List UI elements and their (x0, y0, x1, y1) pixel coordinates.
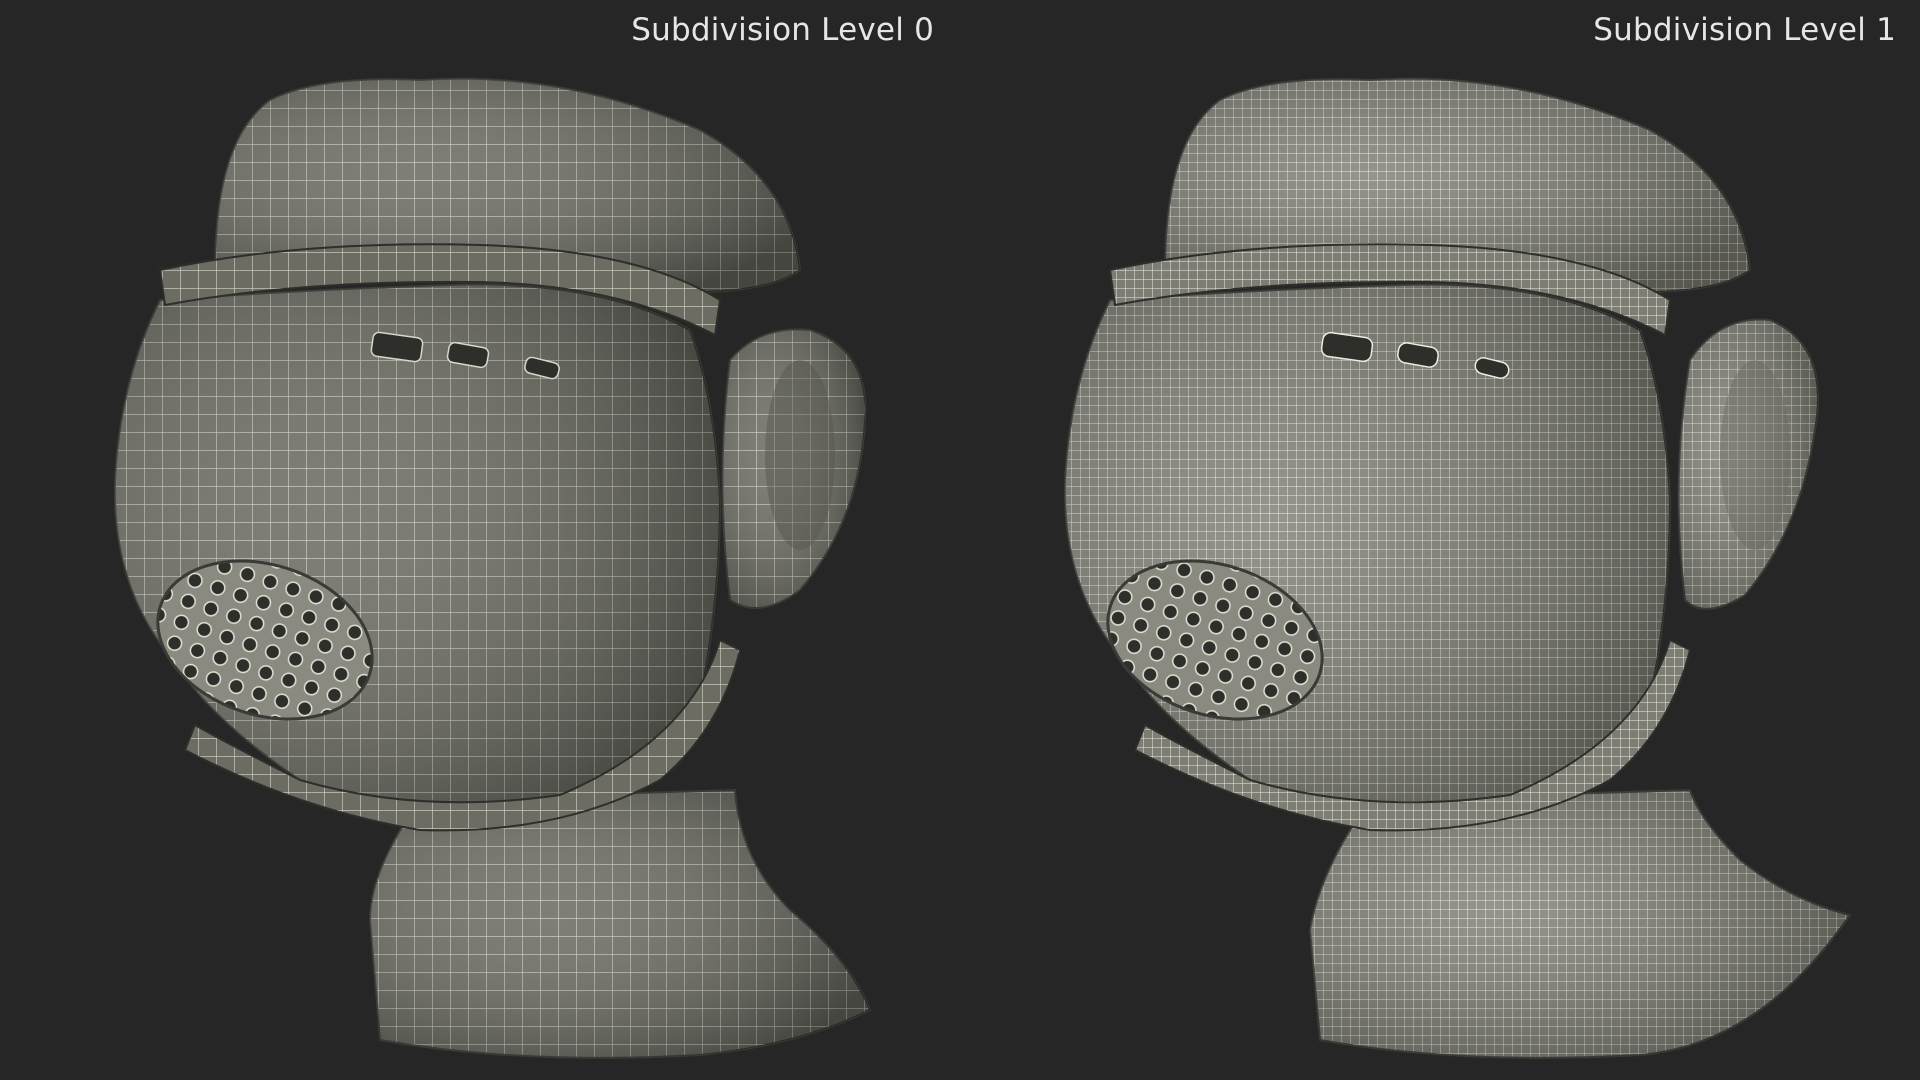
render-viewport: Subdivision Level 0 Subdivision Level 1 (0, 0, 1920, 1080)
headgear-level-0 (113, 77, 872, 1059)
headgear-level-1 (1063, 77, 1852, 1059)
headgear-renders (113, 77, 1852, 1059)
